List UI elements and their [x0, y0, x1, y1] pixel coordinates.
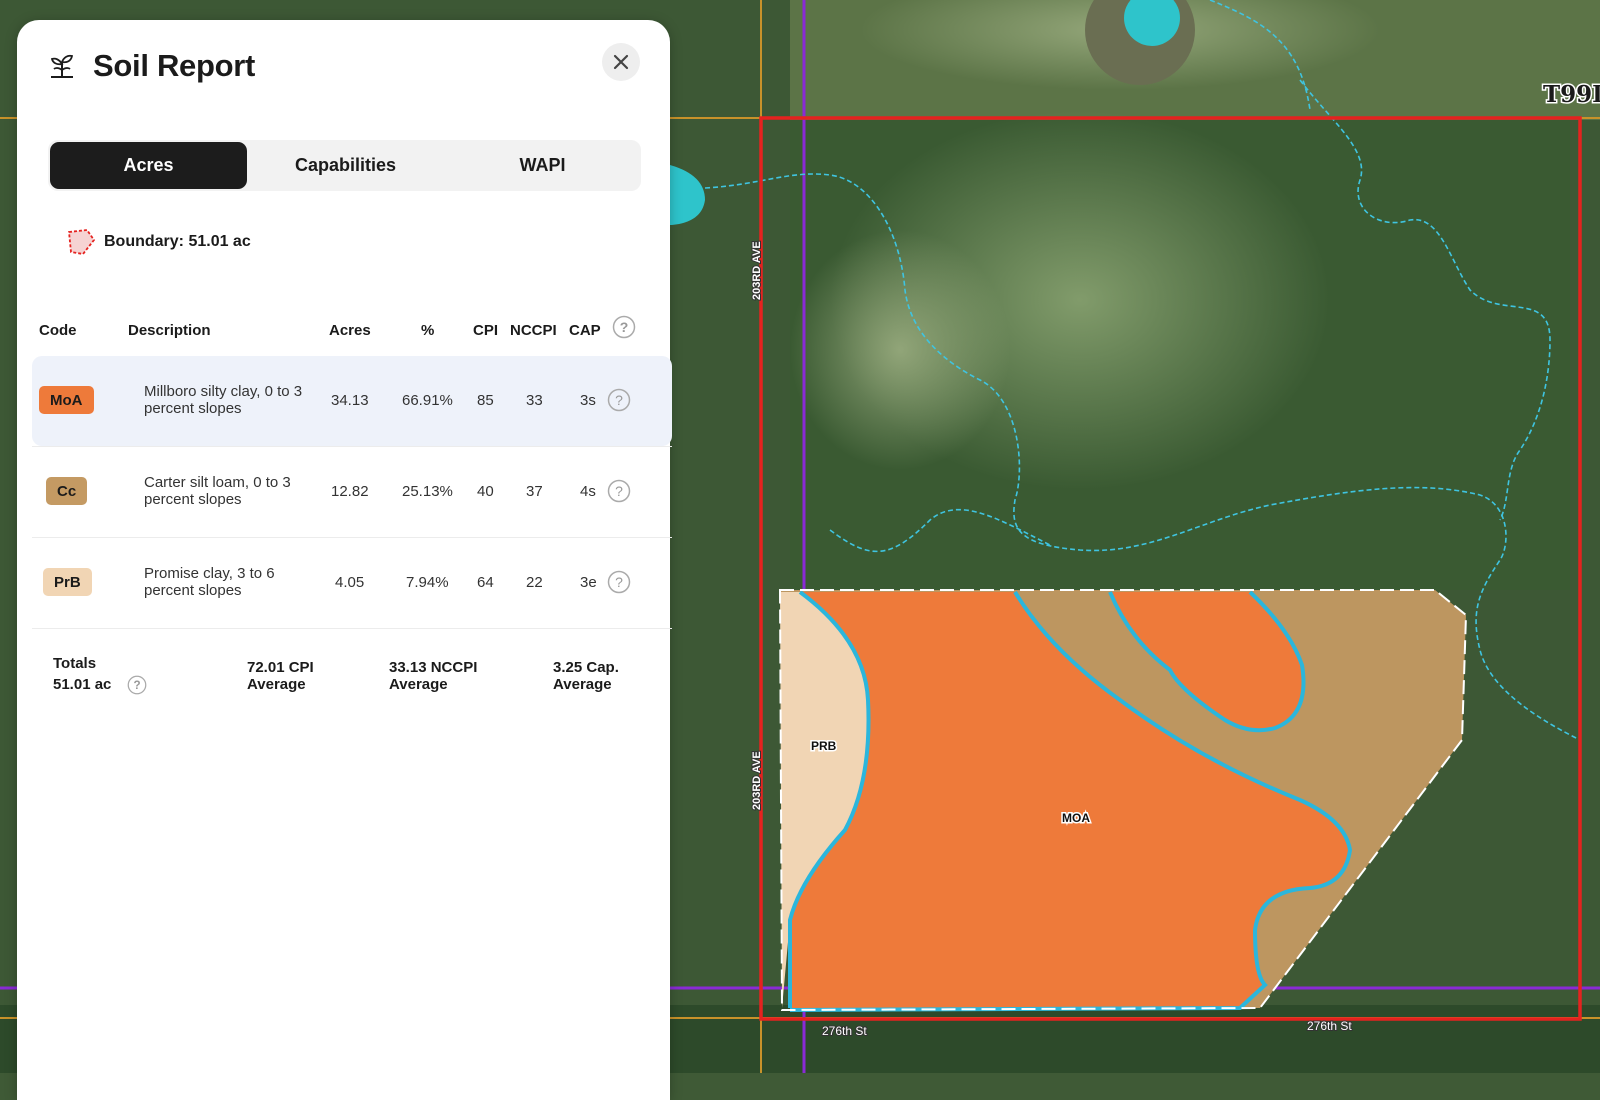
- svg-text:?: ?: [620, 319, 629, 335]
- soil-cap: 3s: [580, 392, 596, 409]
- col-code: Code: [39, 322, 77, 339]
- svg-text:?: ?: [615, 574, 623, 590]
- close-button[interactable]: [602, 43, 640, 81]
- soil-cpi: 85: [477, 392, 494, 409]
- help-icon[interactable]: ?: [612, 315, 636, 339]
- svg-text:?: ?: [615, 483, 623, 499]
- help-icon[interactable]: ?: [607, 479, 631, 503]
- table-row[interactable]: Cc Carter silt loam, 0 to 3 percent slop…: [32, 446, 672, 537]
- soil-label-moa: MOA: [1062, 811, 1090, 825]
- soil-description: Millboro silty clay, 0 to 3 percent slop…: [144, 383, 303, 417]
- boundary-summary: Boundary: 51.01 ac: [65, 226, 251, 258]
- road-label: 203RD AVE: [751, 751, 763, 810]
- soil-acres: 4.05: [335, 574, 365, 591]
- help-icon[interactable]: ?: [127, 675, 147, 695]
- soil-acres: 34.13: [331, 392, 369, 409]
- soil-code-badge: PrB: [43, 568, 92, 596]
- soil-code-badge: Cc: [46, 477, 88, 505]
- table-header: Code Description Acres % CPI NCCPI CAP ?: [32, 315, 672, 352]
- soil-percent: 66.91%: [402, 392, 453, 409]
- township-label: T99I: [1543, 81, 1600, 108]
- col-cpi: CPI: [473, 322, 499, 339]
- panel-title: Soil Report: [93, 48, 256, 83]
- soil-cpi: 64: [477, 574, 494, 591]
- totals-cap-unit: Average: [553, 676, 612, 693]
- col-nccpi: NCCPI: [510, 322, 557, 339]
- soil-nccpi: 33: [526, 392, 543, 409]
- soil-nccpi: 37: [526, 483, 543, 500]
- help-icon[interactable]: ?: [607, 388, 631, 412]
- soil-cap: 4s: [580, 483, 596, 500]
- boundary-label: Boundary: 51.01 ac: [104, 233, 251, 250]
- soil-description: Carter silt loam, 0 to 3 percent slopes: [144, 474, 291, 508]
- soil-nccpi: 22: [526, 574, 543, 591]
- table-row[interactable]: MoA Millboro silty clay, 0 to 3 percent …: [32, 356, 672, 446]
- soil-percent: 25.13%: [402, 483, 453, 500]
- soil-description: Promise clay, 3 to 6 percent slopes: [144, 565, 275, 599]
- totals-acres: 51.01 ac: [53, 676, 112, 693]
- close-icon: [613, 54, 629, 70]
- soil-acres: 12.82: [331, 483, 369, 500]
- light-patch: [790, 230, 1010, 470]
- soil-report-panel: Soil Report Acres Capabilities WAPI Boun…: [17, 20, 672, 1100]
- svg-text:?: ?: [133, 679, 140, 692]
- soil-label-prb: PRB: [811, 739, 837, 753]
- panel-header: Soil Report: [47, 48, 255, 84]
- plant-sprout-icon: [50, 54, 74, 78]
- totals-label: Totals: [53, 655, 97, 672]
- totals-nccpi: 33.13 NCCPI: [389, 659, 478, 676]
- table-row[interactable]: PrB Promise clay, 3 to 6 percent slopes …: [32, 537, 672, 628]
- report-tabs: Acres Capabilities WAPI: [48, 140, 641, 191]
- soil-table: Code Description Acres % CPI NCCPI CAP ?…: [32, 315, 672, 719]
- totals-row: Totals 51.01 ac ? 72.01 CPI Average 33.1…: [32, 628, 672, 719]
- col-cap: CAP: [569, 322, 601, 339]
- road-label: 276th St: [1307, 1019, 1352, 1033]
- svg-text:?: ?: [615, 392, 623, 408]
- boundary-polygon-icon: [68, 229, 96, 255]
- tab-capabilities[interactable]: Capabilities: [247, 140, 444, 191]
- totals-cap: 3.25 Cap.: [553, 659, 619, 676]
- col-acres: Acres: [329, 322, 371, 339]
- totals-nccpi-unit: Average: [389, 676, 448, 693]
- soil-percent: 7.94%: [406, 574, 449, 591]
- tab-wapi[interactable]: WAPI: [444, 140, 641, 191]
- col-description: Description: [128, 322, 211, 339]
- soil-cap: 3e: [580, 574, 597, 591]
- totals-cpi-unit: Average: [247, 676, 306, 693]
- help-icon[interactable]: ?: [607, 570, 631, 594]
- tab-acres[interactable]: Acres: [50, 142, 247, 189]
- soil-cpi: 40: [477, 483, 494, 500]
- col-percent: %: [421, 322, 435, 339]
- road-label: 276th St: [822, 1024, 867, 1038]
- soil-code-badge: MoA: [39, 386, 94, 414]
- road-label: 203RD AVE: [751, 241, 763, 300]
- totals-cpi: 72.01 CPI: [247, 659, 314, 676]
